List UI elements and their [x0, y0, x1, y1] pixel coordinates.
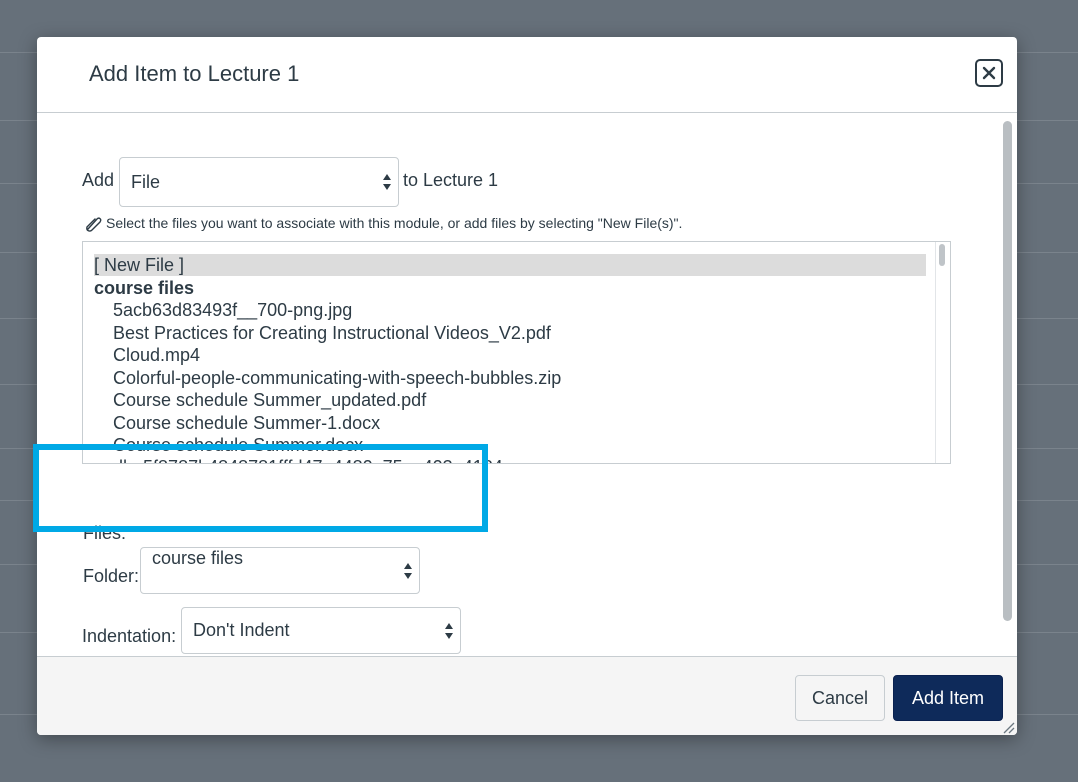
- add-item-button[interactable]: Add Item: [893, 675, 1003, 721]
- listbox-scrollbar[interactable]: [935, 242, 950, 463]
- dialog-scrollbar[interactable]: [1000, 117, 1014, 645]
- close-button[interactable]: [975, 59, 1003, 87]
- dialog-footer: Cancel Add Item: [37, 656, 1017, 735]
- add-prefix-label: Add: [82, 170, 115, 190]
- file-listbox[interactable]: [ New File ] course files 5acb63d83493f_…: [82, 241, 951, 464]
- indentation-select[interactable]: Don't Indent: [181, 607, 461, 654]
- list-item-new-file[interactable]: [ New File ]: [94, 254, 926, 276]
- hint-text: Select the files you want to associate w…: [106, 215, 683, 231]
- resize-handle-icon[interactable]: [999, 718, 1015, 734]
- select-arrows-icon: [445, 622, 453, 639]
- indentation-select-value: Don't Indent: [193, 620, 290, 640]
- list-item[interactable]: Best Practices for Creating Instructiona…: [94, 322, 926, 344]
- dialog-scrollbar-thumb[interactable]: [1003, 121, 1012, 621]
- folder-select[interactable]: course files: [140, 547, 420, 594]
- list-item[interactable]: Course schedule Summer.docx: [94, 434, 926, 456]
- list-item[interactable]: 5acb63d83493f__700-png.jpg: [94, 299, 926, 321]
- file-hint: Select the files you want to associate w…: [82, 214, 682, 232]
- add-suffix-label: to Lecture 1: [403, 170, 499, 190]
- select-arrows-icon: [404, 562, 412, 579]
- list-item[interactable]: dha5f8787b4848781fffd47a4480e75ee403a418…: [94, 456, 926, 463]
- folder-label: Folder:: [83, 566, 140, 586]
- paperclip-icon: [86, 217, 102, 232]
- list-item[interactable]: Course schedule Summer_updated.pdf: [94, 389, 926, 411]
- item-type-value: File: [131, 171, 161, 192]
- list-item[interactable]: Course schedule Summer-1.docx: [94, 412, 926, 434]
- listbox-scrollbar-thumb[interactable]: [939, 244, 945, 266]
- dialog-header: Add Item to Lecture 1: [37, 37, 1017, 113]
- dialog-body: Add File to Lecture 1 Select the files y…: [37, 113, 1017, 656]
- files-label: Files:: [83, 523, 127, 543]
- folder-select-value: course files: [152, 548, 244, 568]
- add-item-dialog: Add Item to Lecture 1 Add File to Lectur…: [37, 37, 1017, 735]
- item-type-select[interactable]: File: [119, 157, 399, 207]
- list-group-course-files: course files: [94, 278, 195, 298]
- close-icon: [982, 66, 996, 80]
- dialog-title: Add Item to Lecture 1: [89, 61, 300, 86]
- select-arrows-icon: [383, 174, 391, 190]
- cancel-button[interactable]: Cancel: [795, 675, 885, 721]
- indentation-label: Indentation:: [82, 626, 177, 646]
- list-item[interactable]: Colorful-people-communicating-with-speec…: [94, 367, 926, 389]
- list-item[interactable]: Cloud.mp4: [94, 344, 926, 366]
